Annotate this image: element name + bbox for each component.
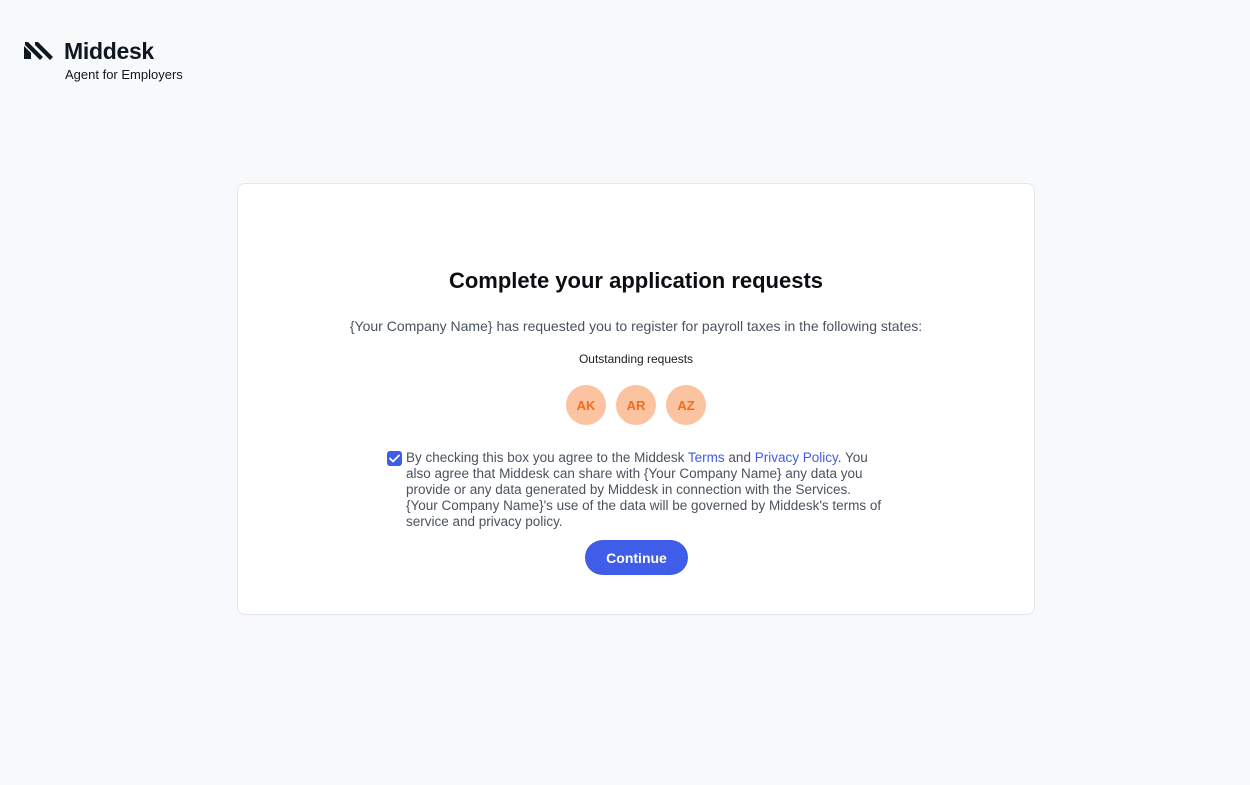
state-badge-az: AZ xyxy=(666,385,706,425)
request-description: {Your Company Name} has requested you to… xyxy=(349,318,923,334)
consent-text: By checking this box you agree to the Mi… xyxy=(406,450,886,530)
consent-text-before: By checking this box you agree to the Mi… xyxy=(406,450,688,465)
checkmark-icon xyxy=(389,454,400,463)
middesk-logo-icon xyxy=(24,42,53,60)
application-requests-card: Complete your application requests {Your… xyxy=(237,183,1035,615)
state-badge-ak: AK xyxy=(566,385,606,425)
brand-logo[interactable]: Middesk Agent for Employers xyxy=(22,38,222,88)
brand-subtitle: Agent for Employers xyxy=(65,67,183,82)
consent-text-and: and xyxy=(724,450,755,465)
brand-name: Middesk xyxy=(64,38,154,64)
page-title: Complete your application requests xyxy=(448,268,824,293)
outstanding-requests-label: Outstanding requests xyxy=(578,352,694,366)
state-badge-ar: AR xyxy=(616,385,656,425)
privacy-policy-link[interactable]: Privacy Policy xyxy=(755,450,838,465)
consent-checkbox[interactable] xyxy=(387,451,402,466)
terms-link[interactable]: Terms xyxy=(688,450,725,465)
continue-button[interactable]: Continue xyxy=(585,540,688,575)
state-badges: AK AR AZ xyxy=(238,385,1034,425)
